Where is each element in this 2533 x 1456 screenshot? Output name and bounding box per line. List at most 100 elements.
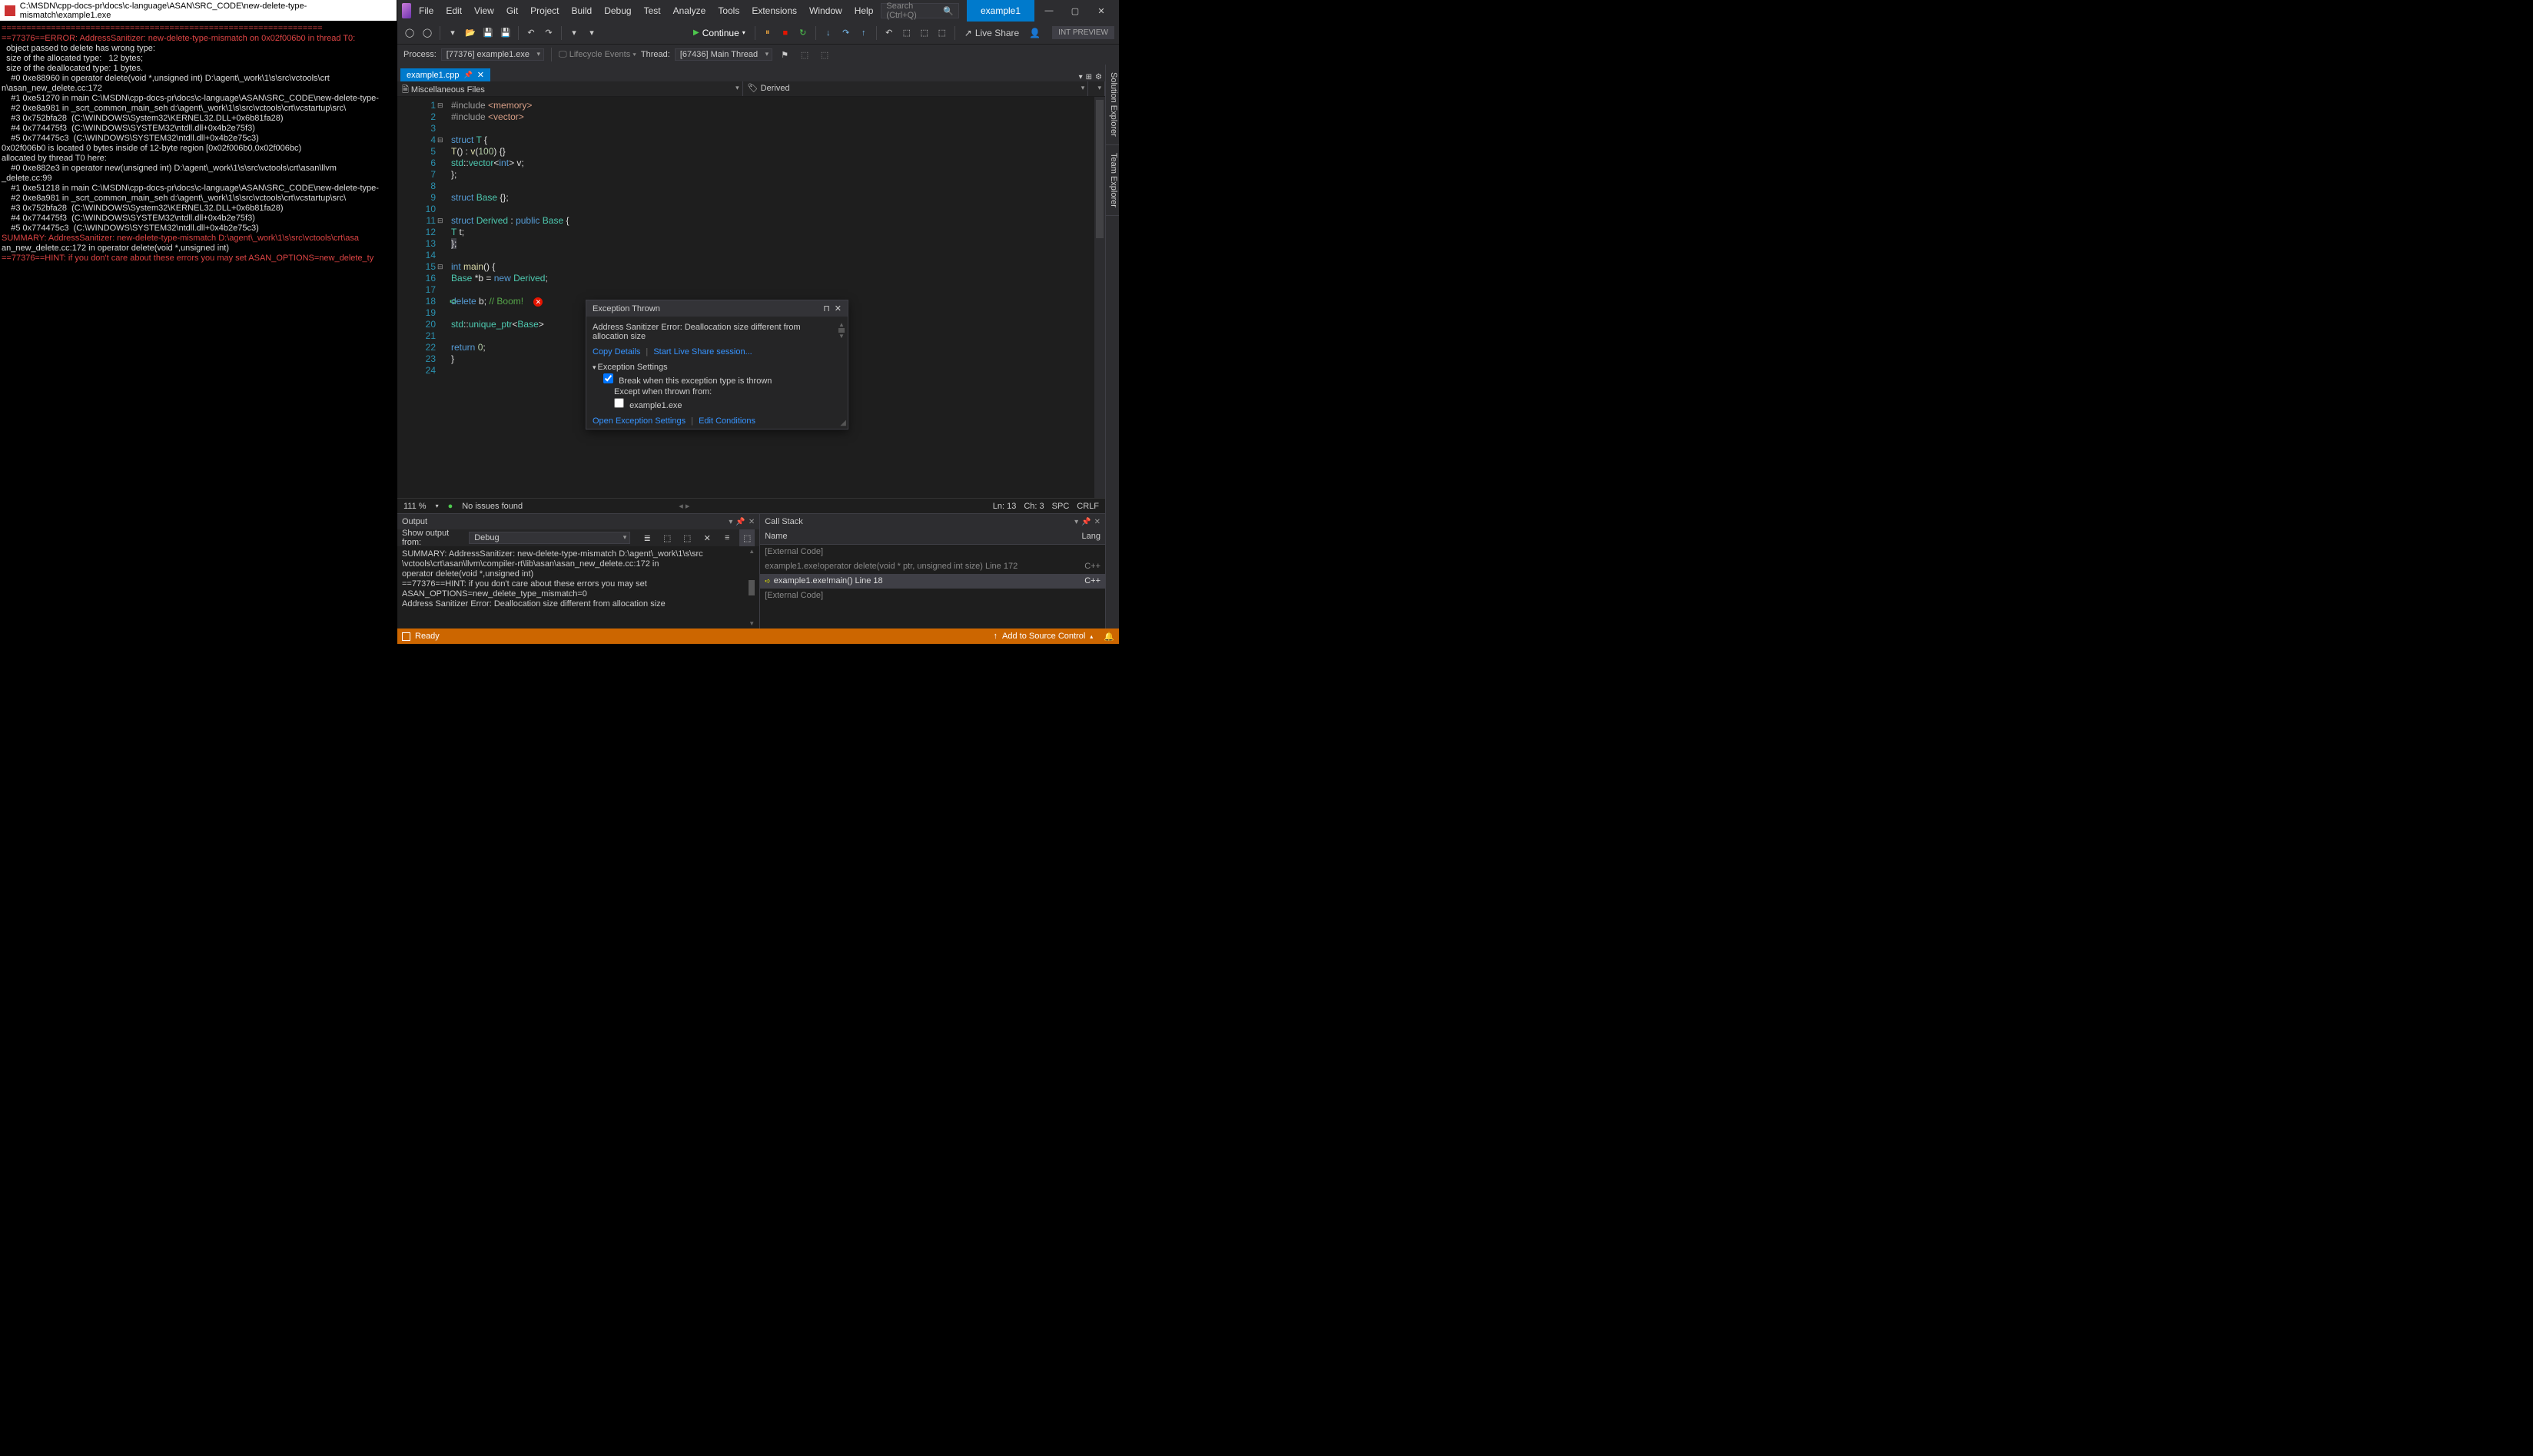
close-button[interactable]: ✕: [1088, 2, 1114, 20]
menu-edit[interactable]: Edit: [440, 2, 468, 19]
callstack-row[interactable]: [External Code]: [760, 545, 1105, 559]
tab-close-icon[interactable]: ✕: [477, 70, 484, 80]
step-out-icon[interactable]: ↑: [856, 25, 871, 41]
debug-location-toolbar: Process: [77376] example1.exe 🖵 Lifecycl…: [397, 45, 1119, 65]
break-checkbox[interactable]: [603, 373, 613, 383]
editor-scrollbar[interactable]: [1094, 97, 1105, 498]
vs-logo-icon: [402, 3, 411, 18]
output-clear-icon[interactable]: ✕: [699, 529, 715, 546]
resize-grip-icon[interactable]: ◢: [840, 419, 846, 427]
open-exception-settings-link[interactable]: Open Exception Settings: [593, 416, 686, 426]
pin-icon[interactable]: 📌: [464, 71, 473, 79]
callstack-pin-icon[interactable]: 📌: [1081, 518, 1091, 526]
new-project-icon[interactable]: ▾: [445, 25, 460, 41]
add-source-control-button[interactable]: ↑ Add to Source Control ▴ 🔔: [994, 632, 1114, 642]
menu-test[interactable]: Test: [638, 2, 667, 19]
copy-details-link[interactable]: Copy Details: [593, 347, 640, 357]
side-tab-team-explorer[interactable]: Team Explorer: [1106, 145, 1119, 216]
open-icon[interactable]: 📂: [463, 25, 478, 41]
tab-example1-cpp[interactable]: example1.cpp 📌 ✕: [400, 68, 490, 81]
save-all-icon[interactable]: 💾: [498, 25, 513, 41]
output-dropdown-icon[interactable]: ▾: [729, 518, 732, 526]
module-label: example1.exe: [629, 401, 682, 410]
liveshare-user-icon[interactable]: 👤: [1026, 28, 1044, 38]
callstack-close-icon[interactable]: ✕: [1094, 518, 1101, 526]
zoom-level[interactable]: 111 %: [403, 502, 427, 511]
save-icon[interactable]: 💾: [480, 25, 496, 41]
callstack-row[interactable]: [External Code]: [760, 589, 1105, 603]
side-tab-solution-explorer[interactable]: Solution Explorer: [1106, 65, 1119, 145]
exception-popup-header[interactable]: Exception Thrown ⊓ ✕: [586, 300, 848, 317]
tool-icon[interactable]: ⬚: [899, 25, 915, 41]
code-content[interactable]: ⊟#include <memory>#include <vector> ⊟str…: [443, 97, 1105, 498]
output-title: Output: [402, 517, 427, 526]
continue-button[interactable]: ▶ Continue ▾: [689, 28, 750, 38]
output-tool2-icon[interactable]: ⬚: [659, 529, 675, 546]
menu-view[interactable]: View: [468, 2, 500, 19]
lifecycle-icon[interactable]: 🖵 Lifecycle Events ▾: [559, 50, 636, 60]
step-back-icon[interactable]: ↶: [881, 25, 897, 41]
nav-fwd-icon[interactable]: ◯: [420, 25, 435, 41]
output-tool3-icon[interactable]: ⬚: [679, 529, 695, 546]
output-body[interactable]: SUMMARY: AddressSanitizer: new-delete-ty…: [397, 546, 759, 629]
output-source-combo[interactable]: Debug: [469, 532, 630, 544]
menu-file[interactable]: File: [413, 2, 440, 19]
start-liveshare-link[interactable]: Start Live Share session...: [653, 347, 752, 357]
nav-extra-combo[interactable]: [1088, 81, 1105, 96]
minimize-button[interactable]: —: [1036, 2, 1062, 20]
notifications-icon[interactable]: 🔔: [1104, 632, 1114, 642]
upload-icon: ↑: [994, 632, 998, 641]
output-tool4-icon[interactable]: ⬚: [739, 529, 755, 546]
nav-back-icon[interactable]: ◯: [402, 25, 417, 41]
menu-window[interactable]: Window: [803, 2, 848, 19]
nav-scope-combo[interactable]: 🗎 Miscellaneous Files: [397, 81, 743, 96]
output-tool-icon[interactable]: ≣: [639, 529, 655, 546]
maximize-button[interactable]: ▢: [1062, 2, 1088, 20]
thread-combo[interactable]: [67436] Main Thread: [675, 48, 772, 61]
output-pin-icon[interactable]: 📌: [735, 518, 745, 526]
nav-member-combo[interactable]: 🏷 Derived: [743, 81, 1089, 96]
tool-icon-3[interactable]: ⬚: [935, 25, 950, 41]
thread-flag-icon[interactable]: ⚑: [777, 46, 792, 63]
config-combo[interactable]: ▾: [566, 25, 582, 41]
menu-tools[interactable]: Tools: [712, 2, 745, 19]
menu-git[interactable]: Git: [500, 2, 524, 19]
stop-icon[interactable]: ■: [778, 25, 793, 41]
exception-pin-icon[interactable]: ⊓: [823, 303, 830, 313]
live-share-button[interactable]: ↗ Live Share: [960, 28, 1024, 38]
search-box[interactable]: Search (Ctrl+Q) 🔍: [881, 3, 959, 18]
step-over-icon[interactable]: ↷: [838, 25, 854, 41]
callstack-dropdown-icon[interactable]: ▾: [1074, 518, 1078, 526]
menu-build[interactable]: Build: [566, 2, 599, 19]
undo-icon[interactable]: ↶: [523, 25, 539, 41]
break-all-icon[interactable]: ⏸: [760, 25, 775, 41]
restart-icon[interactable]: ↻: [795, 25, 811, 41]
redo-icon[interactable]: ↷: [541, 25, 556, 41]
output-close-icon[interactable]: ✕: [749, 518, 755, 526]
thread-tool2-icon[interactable]: ⬚: [817, 46, 832, 63]
menu-extensions[interactable]: Extensions: [745, 2, 803, 19]
console-titlebar[interactable]: C:\MSDN\cpp-docs-pr\docs\c-language\ASAN…: [0, 0, 397, 21]
exception-close-icon[interactable]: ✕: [835, 303, 842, 313]
output-wrap-icon[interactable]: ≡: [719, 529, 735, 546]
tool-icon-2[interactable]: ⬚: [917, 25, 932, 41]
callstack-body[interactable]: Name Lang [External Code] example1.exe!o…: [760, 529, 1105, 629]
menu-help[interactable]: Help: [848, 2, 880, 19]
tab-dropdown-icon[interactable]: ▾: [1079, 73, 1083, 81]
tab-settings-icon[interactable]: ⚙: [1095, 73, 1102, 81]
exception-scroll[interactable]: ▲▼: [837, 321, 846, 340]
callstack-row[interactable]: example1.exe!operator delete(void * ptr,…: [760, 559, 1105, 574]
menu-analyze[interactable]: Analyze: [667, 2, 712, 19]
thread-tool-icon[interactable]: ⬚: [797, 46, 812, 63]
tab-add-icon[interactable]: ⊞: [1086, 73, 1092, 81]
callstack-row[interactable]: ➪example1.exe!main() Line 18 C++: [760, 574, 1105, 589]
menu-project[interactable]: Project: [524, 2, 565, 19]
platform-combo[interactable]: ▾: [584, 25, 599, 41]
status-ready: Ready: [415, 632, 440, 641]
edit-conditions-link[interactable]: Edit Conditions: [699, 416, 755, 426]
code-editor[interactable]: 123456789101112131415161718192021222324 …: [397, 97, 1105, 498]
process-combo[interactable]: [77376] example1.exe: [441, 48, 544, 61]
menu-debug[interactable]: Debug: [598, 2, 637, 19]
step-into-icon[interactable]: ↓: [821, 25, 836, 41]
module-checkbox[interactable]: [614, 398, 624, 408]
